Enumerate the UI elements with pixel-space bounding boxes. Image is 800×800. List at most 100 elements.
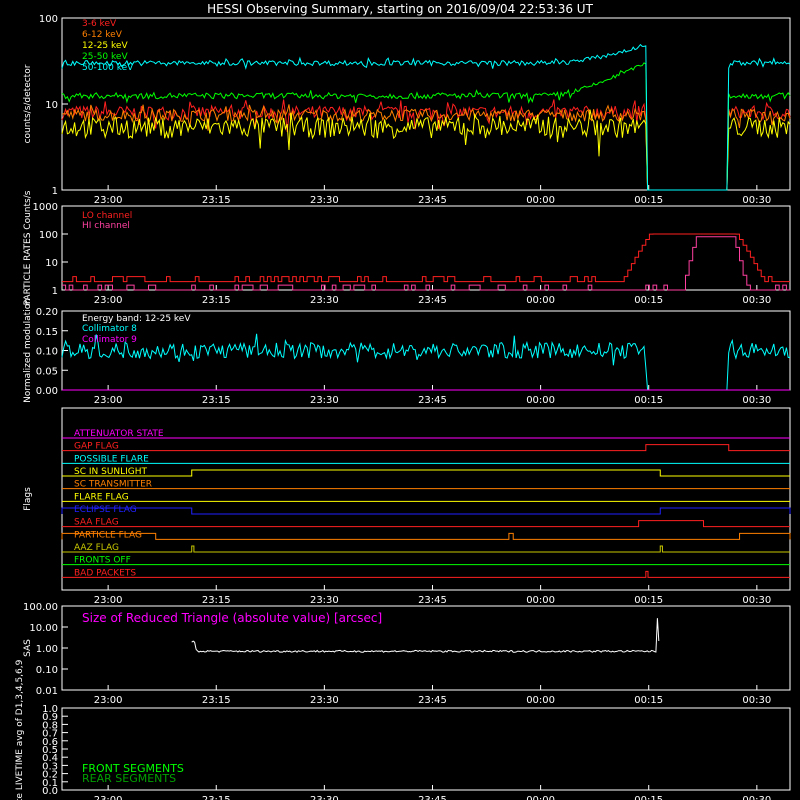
panel-annotation: Size of Reduced Triangle (absolute value…	[82, 611, 382, 625]
legend-entry: Collimator 8	[82, 324, 137, 334]
legend-entry: Collimator 9	[82, 335, 137, 345]
y-tick-label: 1.00	[36, 644, 58, 655]
series-line	[61, 99, 791, 191]
flag-line	[62, 520, 790, 528]
x-tick-label: 00:00	[526, 795, 555, 800]
flag-label: AAZ FLAG	[74, 543, 119, 553]
panel-sas: 0.01 0.10 1.00 10.00 100.00 23:00 23:15 23:30 23…	[23, 602, 791, 706]
flag-label: FRONTS OFF	[74, 556, 131, 566]
flag-label: GAP FLAG	[74, 442, 119, 452]
y-tick-label: 0.20	[36, 307, 58, 318]
flag-line	[61, 507, 791, 515]
flag-label: BAD PACKETS	[74, 568, 136, 578]
y-tick-label: 0.00	[36, 386, 58, 397]
x-tick-label: 23:45	[418, 795, 447, 800]
y-tick-label: 1	[52, 286, 58, 297]
x-tick-label: 23:15	[202, 295, 231, 306]
x-tick-label: 00:00	[526, 395, 555, 406]
x-tick-label: 00:30	[742, 295, 771, 306]
x-tick-label: 23:00	[94, 195, 123, 206]
flag-line	[62, 570, 790, 578]
y-tick-label: 1.0	[42, 704, 58, 715]
legend-entry: 12-25 keV	[82, 41, 128, 51]
x-tick-label: 23:30	[310, 795, 339, 800]
y-tick-label: 1	[52, 186, 58, 197]
x-tick-label: 23:45	[418, 195, 447, 206]
y-axis-label: Flags	[23, 487, 33, 511]
legend-entry: 25-50 keV	[82, 52, 128, 62]
x-tick-label: 00:15	[634, 595, 663, 606]
flag-label: PARTICLE FLAG	[74, 530, 142, 540]
panels: 1 10 100 23:00 23:15 23:30 23:45 00:00 00:15 00:3…	[15, 14, 791, 800]
observing-summary-figure: HESSI Observing Summary, starting on 201…	[15, 2, 791, 800]
panel-particle-rates: 1 10 100 1000 23:00 23:15 23:30 23:45 00:00 00:15…	[23, 190, 791, 306]
x-tick-label: 00:00	[526, 695, 555, 706]
x-tick-label: 00:30	[742, 395, 771, 406]
x-tick-label: 23:45	[418, 395, 447, 406]
y-axis-label: SAS	[23, 639, 33, 657]
panel-frame	[61, 407, 791, 591]
x-tick-label: 00:15	[634, 795, 663, 800]
flag-label: SC IN SUNLIGHT	[74, 467, 148, 477]
x-tick-label: 23:00	[94, 595, 123, 606]
figure-title: HESSI Observing Summary, starting on 201…	[207, 2, 593, 16]
flag-line	[62, 545, 790, 553]
y-tick-label: 0.10	[36, 347, 58, 358]
y-tick-label: 0.10	[36, 665, 58, 676]
x-tick-label: 23:15	[202, 795, 231, 800]
y-axis-label: PARTICLE RATES Counts/s	[23, 190, 33, 305]
y-tick-label: 1000	[33, 202, 58, 213]
x-tick-label: 00:30	[742, 695, 771, 706]
x-tick-label: 00:00	[526, 295, 555, 306]
panel-flags: 23:00 23:15 23:30 23:45 00:00 00:15 00:30 Flags…	[23, 407, 791, 606]
flag-line	[61, 532, 791, 540]
x-tick-label: 00:00	[526, 595, 555, 606]
x-tick-label: 00:30	[742, 795, 771, 800]
flag-label: POSSIBLE FLARE	[74, 454, 149, 464]
x-tick-label: 23:00	[94, 695, 123, 706]
legend-entry: HI channel	[82, 221, 130, 231]
x-tick-label: 23:30	[310, 295, 339, 306]
legend-entry: 3-6 keV	[82, 19, 117, 29]
panel-count-rates: 1 10 100 23:00 23:15 23:30 23:45 00:00 00:15 00:3…	[23, 14, 791, 206]
flag-label: ECLIPSE FLAG	[74, 505, 137, 515]
series-line	[61, 333, 791, 391]
flag-label: SAA FLAG	[74, 518, 119, 528]
y-tick-label: 100.00	[23, 602, 58, 613]
x-tick-label: 00:00	[526, 195, 555, 206]
y-axis-label: counts/s/detector	[23, 64, 33, 143]
x-tick-label: 00:15	[634, 295, 663, 306]
x-tick-label: 23:15	[202, 695, 231, 706]
panel-annotation: Energy band: 12-25 keV	[82, 314, 191, 324]
series-line	[61, 104, 791, 191]
series-line	[62, 233, 790, 283]
flag-line	[62, 444, 790, 452]
x-tick-label: 23:45	[418, 695, 447, 706]
x-tick-label: 23:00	[94, 295, 123, 306]
legend-entry: REAR SEGMENTS	[82, 772, 176, 785]
y-axis-label: Normalized modulation	[23, 298, 33, 403]
y-tick-label: 0.15	[36, 327, 58, 338]
legend-entry: 6-12 keV	[82, 30, 123, 40]
flag-line	[62, 469, 790, 477]
flag-label: SC TRANSMITTER	[74, 480, 152, 490]
x-tick-label: 23:45	[418, 295, 447, 306]
x-tick-label: 00:15	[634, 395, 663, 406]
panel-modulation: 0.00 0.05 0.10 0.15 0.20 23:00 23:15 23:30 23:45…	[23, 298, 791, 406]
x-tick-label: 23:30	[310, 195, 339, 206]
x-tick-label: 23:15	[202, 395, 231, 406]
x-tick-label: 23:00	[94, 795, 123, 800]
y-tick-label: 0.05	[36, 366, 58, 377]
y-axis-label: Mon. Rate LIVETIME avg of D1,3,4,5,6,9	[15, 659, 25, 800]
y-tick-label: 100	[39, 14, 58, 25]
x-tick-label: 00:30	[742, 595, 771, 606]
x-tick-label: 23:15	[202, 195, 231, 206]
x-tick-label: 00:15	[634, 195, 663, 206]
x-tick-label: 00:30	[742, 195, 771, 206]
x-tick-label: 23:30	[310, 395, 339, 406]
x-tick-label: 23:45	[418, 595, 447, 606]
y-tick-label: 100	[39, 230, 58, 241]
x-tick-label: 00:15	[634, 695, 663, 706]
y-tick-label: 10.00	[29, 623, 58, 634]
x-tick-label: 23:15	[202, 595, 231, 606]
